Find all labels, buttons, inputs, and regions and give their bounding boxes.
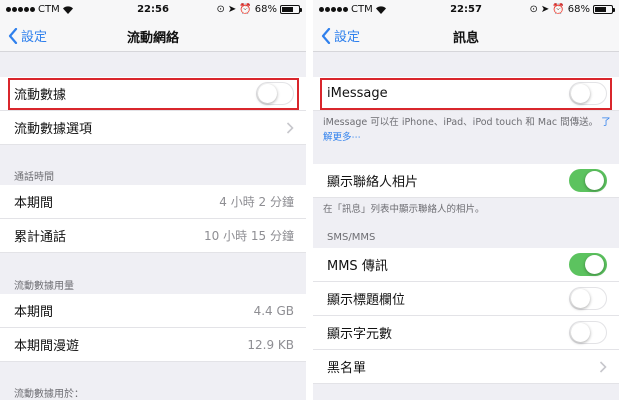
cellular-settings-screen: CTM 22:56 ⊙ ➤ ⏰ 68% 設定 流動網絡 流動數據 流動數據選項 … [0, 0, 306, 400]
battery-fill [282, 7, 293, 12]
blocked-label: 黑名單 [327, 361, 367, 376]
current-period-call-row: 本期間 4 小時 2 分鐘 [0, 185, 306, 219]
location-icon: ➤ [540, 4, 550, 15]
cellular-data-label: 流動數據 [14, 88, 67, 103]
battery-icon [593, 5, 615, 14]
page-title: 訊息 [452, 31, 479, 46]
status-bar: CTM 22:56 ⊙ ➤ ⏰ 68% [0, 0, 306, 20]
lifetime-call-row: 累計通話 10 小時 15 分鐘 [0, 219, 306, 253]
contact-photos-footnote: 在「訊息」列表中顯示聯絡人的相片。 [323, 204, 485, 215]
imessage-label: iMessage [327, 86, 388, 101]
lock-rotation-icon: ⊙ [529, 4, 538, 15]
roaming-usage-row: 本期間漫遊 12.9 KB [0, 328, 306, 362]
call-time-header: 通話時間 [14, 172, 54, 183]
mms-messaging-row[interactable]: MMS 傳訊 [313, 248, 619, 282]
lifetime-value: 10 小時 15 分鐘 [204, 229, 294, 243]
location-icon: ➤ [227, 4, 237, 15]
alarm-icon: ⏰ [552, 4, 565, 15]
imessage-row[interactable]: iMessage [313, 77, 619, 111]
battery-icon [280, 5, 302, 14]
roaming-value: 12.9 KB [247, 337, 294, 352]
show-subject-field-label: 顯示標題欄位 [327, 293, 406, 308]
lifetime-label: 累計通話 [14, 230, 67, 245]
imessage-footnote-text: iMessage 可以在 iPhone、iPad、iPod touch 和 Ma… [323, 117, 599, 128]
status-bar: CTM 22:57 ⊙ ➤ ⏰ 68% [313, 0, 619, 20]
show-subject-field-toggle[interactable] [569, 287, 607, 310]
usage-period-value: 4.4 GB [253, 303, 294, 318]
current-period-value: 4 小時 2 分鐘 [219, 195, 294, 209]
data-usage-header: 流動數據用量 [14, 281, 74, 292]
imessage-toggle[interactable] [569, 82, 607, 105]
use-cellular-for-header: 流動數據用於： [14, 389, 84, 400]
cellular-data-options-label: 流動數據選項 [14, 122, 93, 137]
alarm-icon: ⏰ [239, 4, 252, 15]
chevron-right-icon [286, 121, 294, 134]
show-contact-photos-toggle[interactable] [569, 169, 607, 192]
imessage-footnote: iMessage 可以在 iPhone、iPad、iPod touch 和 Ma… [323, 115, 613, 145]
cellular-data-row[interactable]: 流動數據 [0, 77, 306, 111]
current-period-usage-row: 本期間 4.4 GB [0, 294, 306, 328]
mms-messaging-label: MMS 傳訊 [327, 259, 388, 274]
battery-percent: 68% [254, 4, 277, 15]
usage-period-label: 本期間 [14, 305, 54, 320]
navigation-bar: 設定 訊息 [313, 20, 619, 52]
chevron-right-icon [599, 360, 607, 373]
current-period-label: 本期間 [14, 196, 54, 211]
character-count-toggle[interactable] [569, 321, 607, 344]
messages-settings-screen: CTM 22:57 ⊙ ➤ ⏰ 68% 設定 訊息 iMessage iMess… [313, 0, 619, 400]
show-subject-field-row[interactable]: 顯示標題欄位 [313, 282, 619, 316]
battery-fill [595, 7, 606, 12]
cellular-data-options-row[interactable]: 流動數據選項 [0, 111, 306, 145]
cellular-data-toggle[interactable] [256, 82, 294, 105]
lock-rotation-icon: ⊙ [216, 4, 225, 15]
show-contact-photos-row[interactable]: 顯示聯絡人相片 [313, 164, 619, 198]
sms-mms-header: SMS/MMS [327, 232, 376, 243]
character-count-label: 顯示字元數 [327, 327, 393, 342]
show-contact-photos-label: 顯示聯絡人相片 [327, 175, 419, 190]
roaming-label: 本期間漫遊 [14, 339, 80, 354]
navigation-bar: 設定 流動網絡 [0, 20, 306, 52]
battery-percent: 68% [567, 4, 590, 15]
blocked-row[interactable]: 黑名單 [313, 350, 619, 384]
mms-messaging-toggle[interactable] [569, 253, 607, 276]
character-count-row[interactable]: 顯示字元數 [313, 316, 619, 350]
page-title: 流動網絡 [126, 31, 179, 46]
